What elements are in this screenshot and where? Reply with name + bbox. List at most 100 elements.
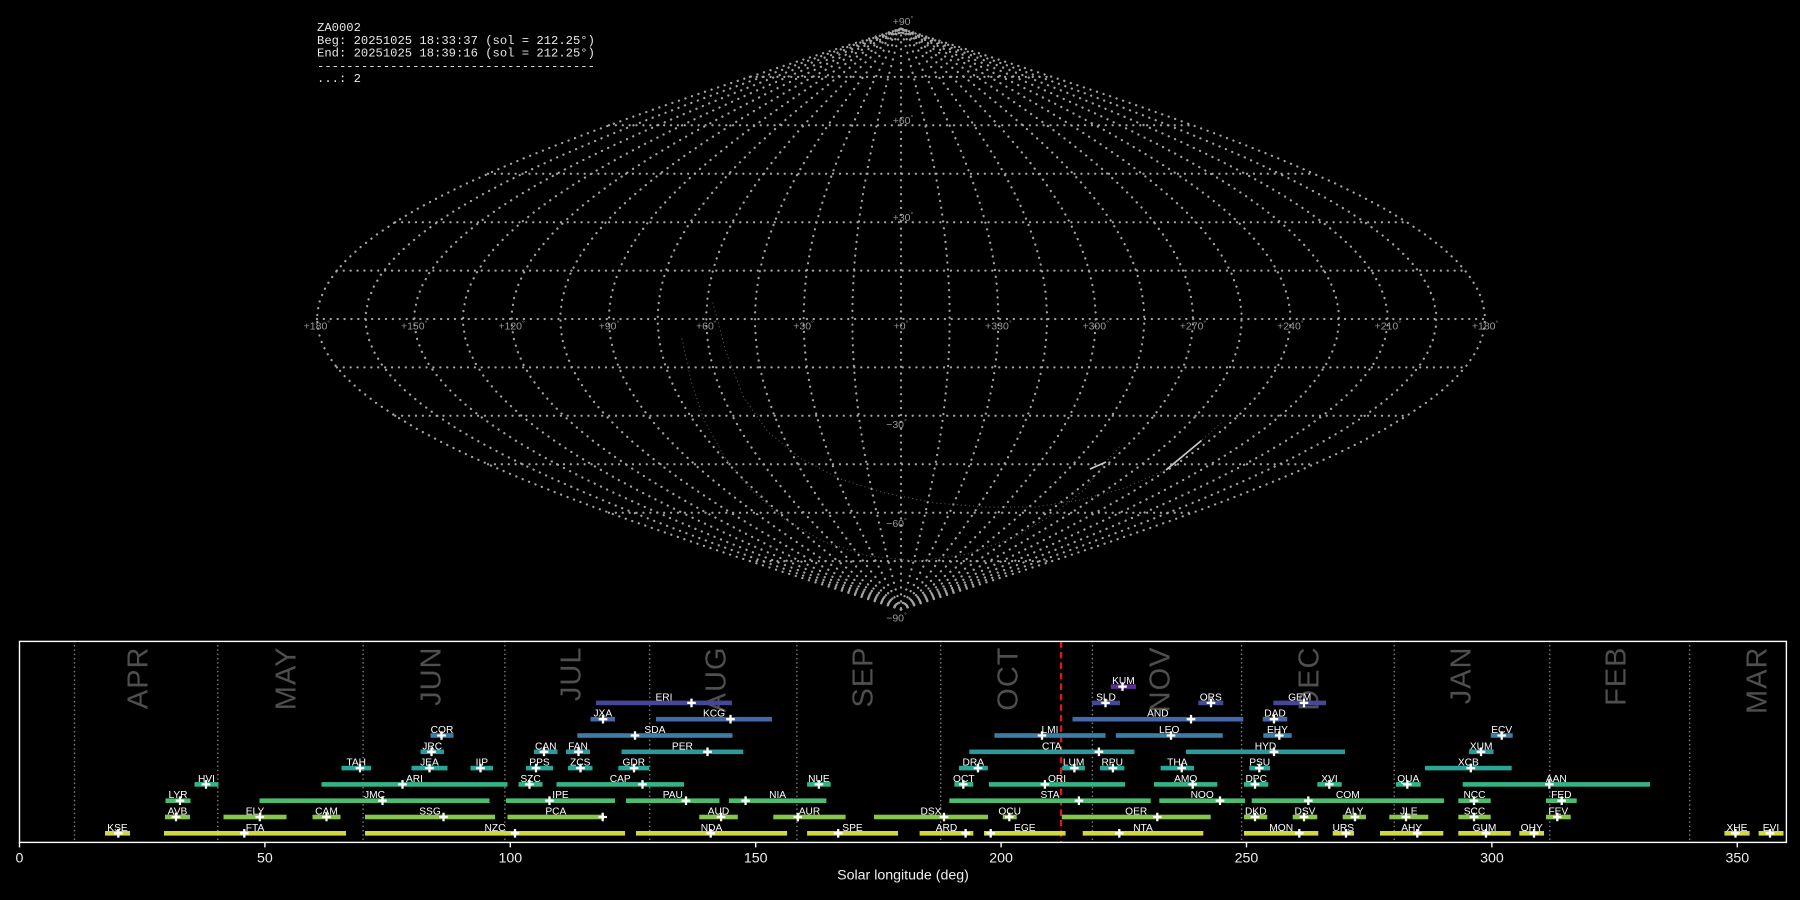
svg-text:ARD: ARD — [936, 823, 958, 834]
svg-text:GEM: GEM — [1288, 692, 1311, 703]
svg-text:−90°: −90° — [886, 612, 907, 625]
svg-text:JUL: JUL — [556, 647, 588, 702]
svg-text:JAN: JAN — [1446, 647, 1478, 705]
svg-text:EVI: EVI — [1763, 823, 1779, 834]
svg-text:NDA: NDA — [701, 823, 723, 834]
svg-text:200: 200 — [989, 851, 1013, 867]
svg-text:URS: URS — [1333, 823, 1355, 834]
svg-text:AVB: AVB — [168, 807, 188, 818]
svg-text:+30°: +30° — [893, 211, 914, 224]
svg-text:AAN: AAN — [1546, 774, 1567, 785]
svg-text:+120°: +120° — [498, 320, 525, 333]
svg-text:JLE: JLE — [1400, 807, 1418, 818]
svg-text:RPU: RPU — [1101, 758, 1123, 769]
svg-text:DKD: DKD — [1245, 807, 1267, 818]
svg-text:+330°: +330° — [985, 320, 1012, 333]
svg-text:100: 100 — [498, 851, 522, 867]
svg-text:GUM: GUM — [1473, 823, 1497, 834]
svg-text:DPC: DPC — [1245, 774, 1267, 785]
svg-text:LUM: LUM — [1063, 758, 1085, 769]
svg-text:JMC: JMC — [364, 790, 385, 801]
svg-text:+60°: +60° — [893, 114, 914, 127]
svg-text:SCC: SCC — [1464, 807, 1486, 818]
svg-text:CTA: CTA — [1042, 741, 1062, 752]
svg-text:SSG: SSG — [419, 807, 441, 818]
svg-text:NIA: NIA — [769, 790, 786, 801]
svg-text:CAP: CAP — [610, 774, 631, 785]
svg-text:ECV: ECV — [1491, 725, 1512, 736]
svg-text:ALY: ALY — [1345, 807, 1364, 818]
svg-text:JRC: JRC — [422, 741, 442, 752]
svg-text:+30°: +30° — [793, 320, 814, 333]
svg-text:XCB: XCB — [1458, 758, 1479, 769]
svg-text:JXA: JXA — [593, 709, 612, 720]
svg-text:LEO: LEO — [1159, 725, 1179, 736]
svg-text:DRA: DRA — [963, 758, 985, 769]
svg-text:SPE: SPE — [842, 823, 863, 834]
svg-text:COR: COR — [431, 725, 454, 736]
svg-text:OCT: OCT — [993, 647, 1025, 711]
svg-text:AHY: AHY — [1401, 823, 1422, 834]
svg-text:ERI: ERI — [656, 692, 673, 703]
svg-text:+90°: +90° — [893, 15, 914, 28]
svg-text:NOV: NOV — [1145, 647, 1177, 713]
svg-text:AMO: AMO — [1174, 774, 1197, 785]
svg-text:FTA: FTA — [246, 823, 265, 834]
svg-text:+180°: +180° — [304, 320, 331, 333]
svg-text:SZC: SZC — [520, 774, 540, 785]
svg-text:AUR: AUR — [799, 807, 821, 818]
svg-text:NCC: NCC — [1463, 790, 1485, 801]
svg-text:ORI: ORI — [1048, 774, 1066, 785]
svg-text:EHY: EHY — [1267, 725, 1288, 736]
svg-text:APR: APR — [123, 647, 155, 710]
svg-text:+240°: +240° — [1277, 320, 1304, 333]
svg-text:NZC: NZC — [485, 823, 506, 834]
svg-text:ARI: ARI — [406, 774, 423, 785]
svg-text:KUM: KUM — [1112, 676, 1135, 687]
svg-text:EGE: EGE — [1014, 823, 1036, 834]
svg-text:CAN: CAN — [535, 741, 557, 752]
svg-text:AUD: AUD — [708, 807, 730, 818]
svg-text:SEP: SEP — [848, 647, 880, 708]
svg-text:JUN: JUN — [416, 647, 448, 706]
svg-text:...: 2: ...: 2 — [317, 72, 361, 86]
svg-text:AND: AND — [1147, 709, 1169, 720]
svg-text:KCG: KCG — [703, 709, 725, 720]
svg-text:+210°: +210° — [1375, 320, 1402, 333]
svg-text:LMI: LMI — [1042, 725, 1059, 736]
svg-text:LYR: LYR — [168, 790, 187, 801]
svg-text:MAR: MAR — [1742, 647, 1774, 714]
svg-text:FEB: FEB — [1601, 647, 1633, 706]
svg-text:50: 50 — [257, 851, 273, 867]
svg-text:COM: COM — [1336, 790, 1360, 801]
svg-text:−30°: −30° — [886, 418, 907, 431]
svg-text:IIP: IIP — [476, 758, 489, 769]
svg-text:CAM: CAM — [315, 807, 338, 818]
svg-text:HYD: HYD — [1255, 741, 1277, 752]
svg-text:STA: STA — [1040, 790, 1059, 801]
svg-text:PSU: PSU — [1249, 758, 1270, 769]
svg-text:NTA: NTA — [1133, 823, 1153, 834]
svg-text:+90°: +90° — [599, 320, 620, 333]
svg-text:XHE: XHE — [1727, 823, 1748, 834]
svg-text:XUM: XUM — [1470, 741, 1493, 752]
svg-text:SDA: SDA — [644, 725, 665, 736]
svg-text:QUA: QUA — [1397, 774, 1419, 785]
svg-text:DAD: DAD — [1264, 709, 1286, 720]
svg-text:DSV: DSV — [1295, 807, 1316, 818]
svg-text:PCA: PCA — [545, 807, 566, 818]
svg-text:ORS: ORS — [1200, 692, 1222, 703]
svg-text:XVI: XVI — [1321, 774, 1337, 785]
svg-text:300: 300 — [1480, 851, 1504, 867]
svg-text:ZCS: ZCS — [570, 758, 591, 769]
svg-text:250: 250 — [1235, 851, 1259, 867]
svg-text:HVI: HVI — [198, 774, 215, 785]
svg-text:THA: THA — [1167, 758, 1188, 769]
svg-text:+60°: +60° — [696, 320, 717, 333]
svg-text:+300°: +300° — [1082, 320, 1109, 333]
svg-text:+150°: +150° — [401, 320, 428, 333]
svg-text:PAU: PAU — [663, 790, 683, 801]
svg-text:TAH: TAH — [346, 758, 366, 769]
svg-text:IPE: IPE — [552, 790, 569, 801]
svg-text:ELY: ELY — [246, 807, 265, 818]
